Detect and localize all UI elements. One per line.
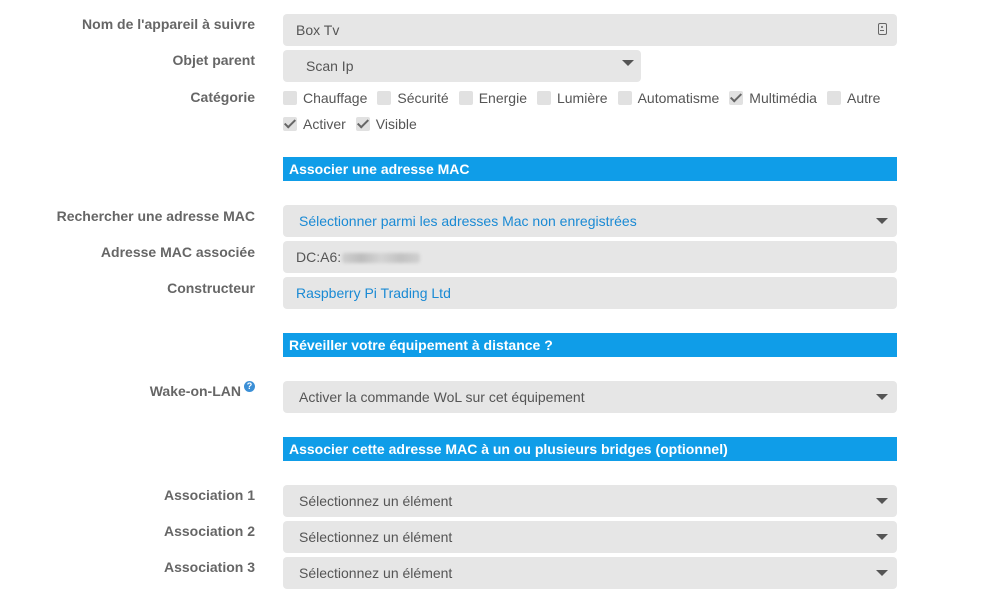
checkbox-label: Autre <box>846 90 881 106</box>
chevron-down-icon <box>876 534 888 540</box>
category-automatisme[interactable]: Automatisme <box>617 90 720 106</box>
status-checkbox-row: Activer Visible <box>283 115 427 133</box>
chevron-down-icon <box>876 218 888 224</box>
wol-select[interactable]: Activer la commande WoL sur cet équipeme… <box>283 381 897 413</box>
chevron-down-icon <box>876 498 888 504</box>
section-header-mac: Associer une adresse MAC <box>283 157 897 181</box>
parent-object-select[interactable]: Scan Ip <box>283 50 641 82</box>
checkbox[interactable] <box>458 91 473 105</box>
category-multimedia[interactable]: Multimédia <box>729 90 817 106</box>
mac-address-value: DC:A6: <box>296 249 342 265</box>
search-mac-select[interactable]: Sélectionner parmi les adresses Mac non … <box>283 205 897 237</box>
category-checkbox-row: Chauffage Sécurité Energie Lumière Autom… <box>283 89 890 107</box>
device-name-input[interactable]: Box Tv <box>283 14 897 46</box>
chevron-down-icon <box>622 60 634 66</box>
checkbox-label: Lumière <box>556 90 608 106</box>
enable-checkbox[interactable]: Activer <box>283 116 346 132</box>
checkbox-label: Multimédia <box>749 90 817 106</box>
search-mac-value: Sélectionner parmi les adresses Mac non … <box>299 213 637 229</box>
visible-checkbox[interactable]: Visible <box>355 116 417 132</box>
section-header-bridges: Associer cette adresse MAC à un ou plusi… <box>283 437 897 461</box>
association-3-value: Sélectionnez un élément <box>299 565 453 581</box>
association-1-select[interactable]: Sélectionnez un élément <box>283 485 897 517</box>
search-mac-label: Rechercher une adresse MAC <box>56 208 255 224</box>
parent-object-value: Scan Ip <box>306 58 354 74</box>
category-lumiere[interactable]: Lumière <box>536 90 608 106</box>
wol-value: Activer la commande WoL sur cet équipeme… <box>299 389 585 405</box>
contact-card-icon <box>878 23 887 35</box>
checkbox-checked[interactable] <box>729 91 744 105</box>
redacted-blur <box>342 253 421 264</box>
wol-label: Wake-on-LAN <box>149 383 241 399</box>
checkbox-label: Energie <box>478 90 527 106</box>
parent-object-label: Objet parent <box>172 52 255 68</box>
manufacturer-field: Raspberry Pi Trading Ltd <box>283 277 897 309</box>
checkbox-label: Chauffage <box>303 90 368 106</box>
category-energie[interactable]: Energie <box>458 90 527 106</box>
checkbox[interactable] <box>826 91 841 105</box>
checkbox[interactable] <box>283 91 297 105</box>
wol-label-container: Wake-on-LAN? <box>20 381 255 399</box>
checkbox-checked[interactable] <box>355 117 370 131</box>
checkbox-label: Sécurité <box>397 90 449 106</box>
chevron-down-icon <box>876 394 888 400</box>
checkbox-label: Visible <box>375 116 417 132</box>
checkbox[interactable] <box>536 91 551 105</box>
association-3-select[interactable]: Sélectionnez un élément <box>283 557 897 589</box>
association-2-value: Sélectionnez un élément <box>299 529 453 545</box>
mac-address-label: Adresse MAC associée <box>100 244 255 260</box>
checkbox-label: Automatisme <box>637 90 720 106</box>
checkbox[interactable] <box>377 91 392 105</box>
chevron-down-icon <box>876 570 888 576</box>
category-chauffage[interactable]: Chauffage <box>283 90 367 106</box>
device-name-value: Box Tv <box>296 22 340 38</box>
association-3-label: Association 3 <box>163 559 255 575</box>
association-1-label: Association 1 <box>163 487 255 503</box>
association-1-value: Sélectionnez un élément <box>299 493 453 509</box>
association-2-label: Association 2 <box>163 523 255 539</box>
manufacturer-label: Constructeur <box>167 280 255 296</box>
category-label: Catégorie <box>190 89 255 105</box>
manufacturer-value: Raspberry Pi Trading Ltd <box>296 285 451 301</box>
association-2-select[interactable]: Sélectionnez un élément <box>283 521 897 553</box>
checkbox-checked[interactable] <box>283 117 297 131</box>
category-securite[interactable]: Sécurité <box>377 90 449 106</box>
help-icon[interactable]: ? <box>244 381 255 392</box>
device-name-label: Nom de l'appareil à suivre <box>82 16 255 32</box>
mac-address-input[interactable]: DC:A6: <box>283 241 897 273</box>
checkbox-label: Activer <box>303 116 346 132</box>
category-autre[interactable]: Autre <box>826 90 881 106</box>
checkbox[interactable] <box>617 91 632 105</box>
section-header-wake: Réveiller votre équipement à distance ? <box>283 333 897 357</box>
